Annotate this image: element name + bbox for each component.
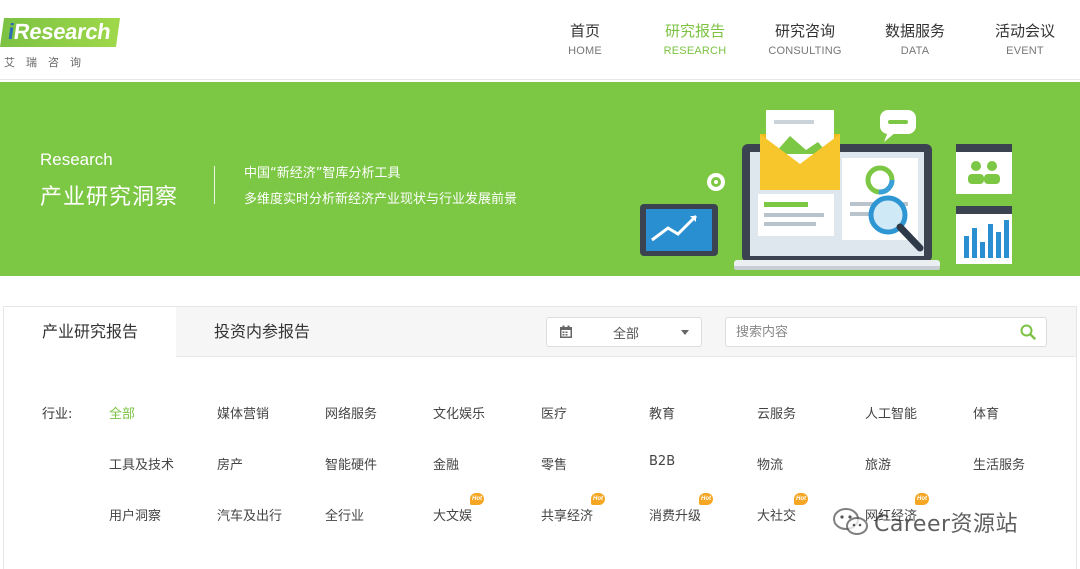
industry-option[interactable]: 旅游 [865, 454, 891, 473]
banner-description: 多维度实时分析新经济产业现状与行业发展前景 [244, 192, 518, 207]
nav-item-sublabel: HOME [568, 45, 602, 57]
industry-option-label: 全部 [109, 407, 136, 422]
hot-badge: Hot [699, 493, 714, 505]
industry-option[interactable]: 媒体营销 [217, 403, 269, 422]
industry-option-label: 汽车及出行 [217, 509, 283, 524]
chevron-down-icon [681, 330, 689, 335]
main-nav: 首页 HOME 研究报告 RESEARCH 研究咨询 CONSULTING 数据服务 DATA… [530, 20, 1080, 70]
industry-option[interactable]: 全部 [109, 403, 135, 422]
industry-option-label: 消费升级 [649, 509, 702, 524]
nav-item-label: 研究咨询 [774, 22, 835, 40]
industry-option-label: 全行业 [325, 509, 365, 524]
nav-item-data[interactable]: 数据服务 DATA [860, 20, 970, 70]
logo-subtitle: 艾瑞咨询 [4, 56, 92, 69]
industry-option[interactable]: 大社交 Hot [757, 493, 809, 524]
industry-option[interactable]: 汽车及出行 [217, 505, 282, 524]
industry-option[interactable]: 物流 [757, 454, 783, 473]
industry-option-label: 大文娱 [433, 509, 473, 524]
wechat-icon [833, 508, 868, 535]
nav-item-label: 研究报告 [664, 22, 725, 40]
analytics-illustration [640, 110, 1012, 270]
banner-tagline: 中国“新经济”智库分析工具 [244, 166, 401, 181]
industry-filter-label: 行业: [42, 407, 73, 422]
date-filter-select[interactable]: 全部 [546, 317, 702, 347]
logo-wordmark: iResearch [0, 18, 121, 47]
nav-item-sublabel: RESEARCH [663, 45, 727, 57]
nav-item-sublabel: DATA [900, 45, 930, 57]
industry-option[interactable]: 金融 [433, 454, 459, 473]
industry-option-label: 共享经济 [541, 509, 594, 524]
hot-badge: Hot [591, 493, 606, 505]
industry-option[interactable]: 医疗 [541, 403, 567, 422]
industry-option[interactable]: 云服务 [757, 403, 796, 422]
industry-option[interactable]: 大文娱 Hot [433, 493, 485, 524]
industry-option[interactable]: 房产 [217, 454, 243, 473]
industry-option[interactable]: 零售 [541, 454, 567, 473]
banner-divider [214, 166, 215, 204]
industry-option-label: 金融 [433, 458, 460, 473]
search-box [725, 317, 1047, 347]
nav-item-label: 活动会议 [994, 22, 1055, 40]
industry-option-label: 房产 [217, 458, 244, 473]
nav-item-label: 数据服务 [884, 22, 945, 40]
industry-option-label: 云服务 [757, 407, 797, 422]
industry-option[interactable]: 智能硬件 [325, 454, 377, 473]
industry-option-label: 教育 [649, 407, 676, 422]
industry-option-label: 医疗 [541, 407, 568, 422]
banner-title-zh: 产业研究洞察 [40, 185, 179, 210]
report-tabs: 产业研究报告 投资内参报告 全部 [4, 307, 1076, 358]
nav-item-event[interactable]: 活动会议 EVENT [970, 20, 1080, 70]
hot-badge: Hot [470, 493, 485, 505]
hero-banner: Research 产业研究洞察 中国“新经济”智库分析工具 多维度实时分析新经济… [0, 82, 1080, 276]
industry-option[interactable]: 共享经济 Hot [541, 493, 606, 524]
nav-item-consulting[interactable]: 研究咨询 CONSULTING [750, 20, 860, 70]
hot-badge: Hot [915, 493, 930, 505]
industry-option-label: 生活服务 [973, 458, 1026, 473]
tab-industry-reports[interactable]: 产业研究报告 [4, 307, 176, 358]
industry-option-label: B2B [649, 454, 676, 469]
industry-option-label: 文化娱乐 [433, 407, 486, 422]
industry-option[interactable]: B2B [649, 454, 675, 469]
date-filter-value: 全部 [613, 327, 640, 342]
search-input[interactable] [726, 318, 1016, 346]
industry-option-label: 旅游 [865, 458, 892, 473]
industry-option-label: 工具及技术 [109, 458, 175, 473]
industry-option[interactable]: 生活服务 [973, 454, 1025, 473]
nav-item-home[interactable]: 首页 HOME [530, 20, 640, 70]
industry-option[interactable]: 教育 [649, 403, 675, 422]
industry-option-label: 人工智能 [865, 407, 918, 422]
banner-title-en: Research [40, 150, 113, 169]
industry-option[interactable]: 人工智能 [865, 403, 917, 422]
nav-item-sublabel: CONSULTING [768, 45, 842, 57]
industry-option-label: 用户洞察 [109, 509, 162, 524]
nav-item-sublabel: EVENT [1006, 45, 1044, 57]
industry-option[interactable]: 用户洞察 [109, 505, 161, 524]
industry-option-label: 媒体营销 [217, 407, 270, 422]
nav-item-label: 首页 [569, 22, 600, 40]
industry-option-label: 体育 [973, 407, 1000, 422]
industry-option[interactable]: 工具及技术 [109, 454, 174, 473]
calendar-icon [560, 325, 572, 338]
watermark-text: Career资源站 [874, 512, 1019, 537]
industry-option-label: 智能硬件 [325, 458, 378, 473]
iresearch-logo[interactable]: iResearch 艾瑞咨询 [0, 14, 121, 74]
hot-badge: Hot [794, 493, 809, 505]
wechat-watermark: Career资源站 [832, 506, 1018, 538]
industry-option-label: 零售 [541, 458, 568, 473]
industry-option[interactable]: 文化娱乐 [433, 403, 485, 422]
tab-investment-reports[interactable]: 投资内参报告 [176, 307, 348, 358]
industry-option[interactable]: 体育 [973, 403, 999, 422]
top-header: iResearch 艾瑞咨询 首页 HOME 研究报告 RESEARCH 研究咨询 CON… [0, 0, 1080, 80]
industry-option-label: 大社交 [757, 509, 797, 524]
industry-option[interactable]: 全行业 [325, 505, 364, 524]
search-icon[interactable] [1020, 324, 1036, 340]
nav-item-research[interactable]: 研究报告 RESEARCH [640, 20, 750, 70]
industry-option[interactable]: 网络服务 [325, 403, 377, 422]
industry-option[interactable]: 消费升级 Hot [649, 493, 714, 524]
industry-option-label: 网络服务 [325, 407, 378, 422]
industry-option-label: 物流 [757, 458, 784, 473]
